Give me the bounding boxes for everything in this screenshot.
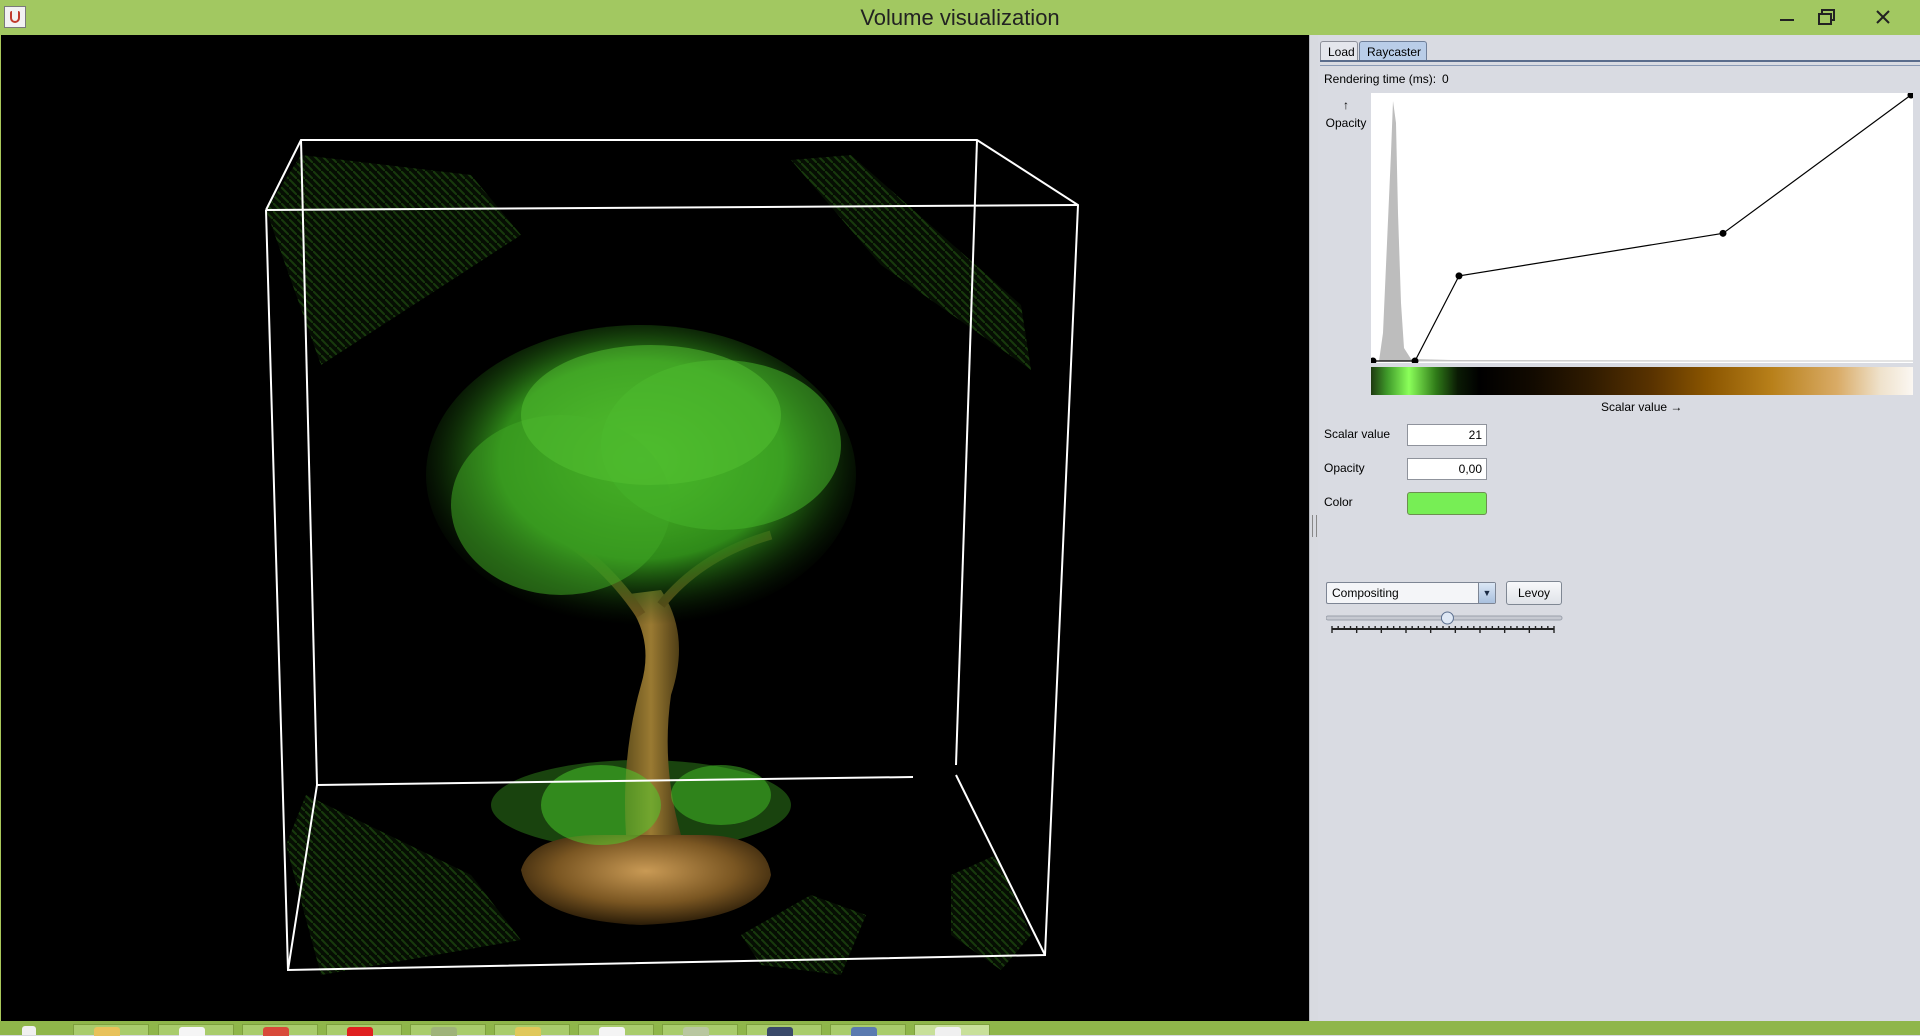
title-bar[interactable]: Volume visualization (0, 0, 1920, 35)
opacity-label: Opacity (1324, 461, 1365, 475)
bonsai-tree (426, 325, 856, 925)
color-swatch-button[interactable] (1407, 492, 1487, 515)
app-window: Volume visualization Load Raycaster Rend… (0, 0, 1920, 1036)
dropdown-arrow-icon[interactable]: ▼ (1478, 583, 1495, 603)
splitter-grip-icon[interactable] (1312, 515, 1317, 537)
tab-bar: Load Raycaster (1320, 39, 1914, 61)
rendering-time-value: 0 (1442, 72, 1449, 86)
render-mode-select[interactable]: Compositing ▼ (1326, 582, 1496, 604)
close-icon (1876, 10, 1890, 24)
taskbar-item-app-1[interactable] (410, 1024, 486, 1036)
up-arrow-icon: ↑ (1343, 98, 1349, 112)
scalar-value-label: Scalar value (1324, 427, 1391, 441)
transfer-function-editor[interactable] (1369, 91, 1915, 365)
start-button[interactable] (0, 1024, 60, 1035)
taskbar-item-app-3[interactable] (578, 1024, 654, 1036)
tab-load[interactable]: Load (1320, 41, 1358, 61)
tab-raycaster[interactable]: Raycaster (1359, 41, 1427, 61)
taskbar-item-app-2[interactable] (494, 1024, 570, 1036)
taskbar-item-chrome[interactable] (242, 1024, 318, 1036)
control-point-3[interactable] (1719, 229, 1727, 237)
volume-render (265, 139, 1080, 975)
slider-thumb[interactable] (1440, 611, 1454, 625)
color-label: Color (1324, 495, 1353, 509)
split-pane-divider[interactable] (1309, 35, 1318, 1021)
render-mode-value: Compositing (1332, 586, 1399, 600)
restore-icon (1818, 9, 1835, 25)
opacity-axis-label: ↑ Opacity (1324, 98, 1368, 130)
close-button[interactable] (1860, 0, 1906, 32)
control-point-0[interactable] (1369, 357, 1377, 365)
taskbar-item-app-4[interactable] (662, 1024, 738, 1036)
levoy-button[interactable]: Levoy (1506, 581, 1562, 605)
restore-button[interactable] (1804, 0, 1850, 32)
transfer-function-points[interactable] (1369, 91, 1915, 365)
control-point-1[interactable] (1411, 357, 1419, 365)
scalar-axis-label: Scalar value → (1601, 400, 1683, 414)
taskbar-item-explorer[interactable] (73, 1024, 149, 1036)
window-title: Volume visualization (860, 5, 1060, 30)
taskbar-item-acrobat[interactable] (326, 1024, 402, 1036)
taskbar-item-app-5[interactable] (746, 1024, 822, 1036)
control-panel: Load Raycaster Rendering time (ms): 0 ↑ O… (1318, 35, 1920, 1021)
quality-slider[interactable] (1325, 610, 1566, 640)
taskbar-item-app-6[interactable] (830, 1024, 906, 1036)
control-point-2[interactable] (1455, 272, 1463, 280)
volume-viewport[interactable] (1, 35, 1309, 1021)
histogram (1371, 101, 1913, 362)
color-transfer-bar (1371, 367, 1913, 395)
tab-divider (1320, 60, 1920, 66)
slider-graphic[interactable] (1325, 610, 1566, 640)
rendering-time-label: Rendering time (ms): (1324, 72, 1437, 86)
rendering-time: Rendering time (ms): 0 (1324, 72, 1449, 86)
taskbar (0, 1021, 1920, 1036)
start-icon (22, 1026, 36, 1035)
scalar-value-field[interactable]: 21 (1407, 424, 1487, 446)
transfer-function-curve (1373, 94, 1912, 362)
transfer-function-plot[interactable] (1369, 91, 1915, 365)
taskbar-item-java-app[interactable] (914, 1024, 990, 1036)
slider-ticks (1331, 626, 1555, 633)
opacity-field[interactable]: 0,00 (1407, 458, 1487, 480)
minimize-icon (1780, 19, 1794, 21)
opacity-axis-text: Opacity (1325, 116, 1367, 130)
taskbar-item-notepad[interactable] (158, 1024, 234, 1036)
